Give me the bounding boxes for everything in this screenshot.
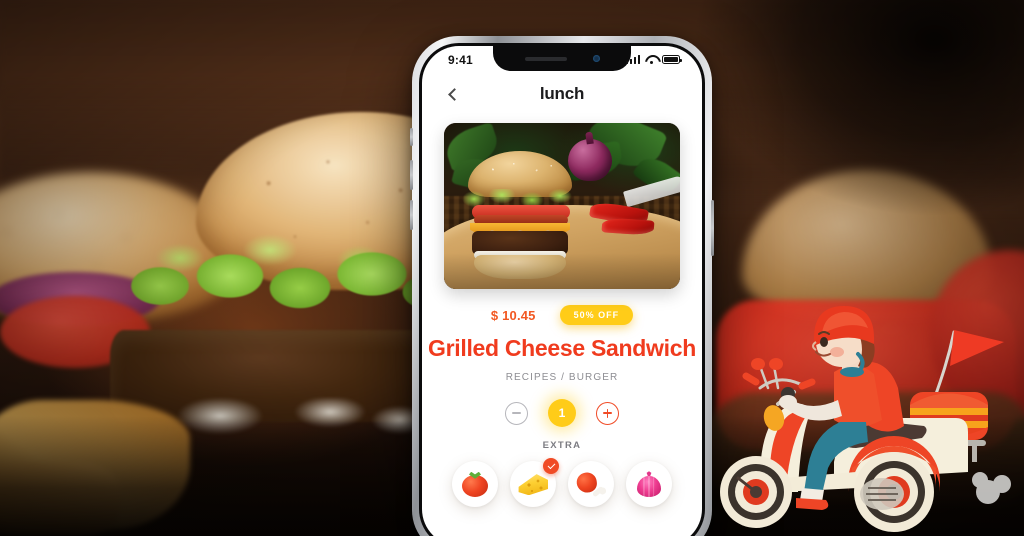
discount-badge: 50% OFF [559,305,634,325]
quantity-value: 1 [548,399,576,428]
product-category: RECIPES / BURGER [505,372,619,384]
minus-circle-icon[interactable] [505,401,528,425]
phone-bezel: 9:41 lunch $ 10.45 50% OFF Grilled Chees… [419,43,705,536]
power-button[interactable] [711,200,714,256]
extra-option-tomato[interactable] [452,461,498,508]
onion-icon [637,471,661,498]
wifi-icon [645,55,657,64]
extra-option-onion[interactable] [626,461,672,508]
battery-icon [662,55,682,64]
plus-circle-icon[interactable] [596,401,619,425]
price-row: $ 10.45 50% OFF [422,305,702,325]
chevron-left-icon [447,87,461,101]
extras-label: EXTRA [542,440,582,452]
status-bar-time: 9:41 [448,52,473,67]
hero-image-wrapper [422,117,702,289]
extras-list [422,458,702,508]
product-title: Grilled Cheese Sandwich [428,335,696,361]
back-button[interactable] [442,82,466,106]
status-bar-indicators [625,55,682,64]
tomato-icon [462,471,488,497]
delivery-scooter-illustration [716,296,1024,536]
volume-up-button[interactable] [410,160,413,190]
phone-mockup: 9:41 lunch $ 10.45 50% OFF Grilled Chees… [410,36,714,536]
status-bar: 9:41 [422,46,702,71]
cheese-icon [518,473,548,496]
check-circle-icon [543,458,559,475]
silent-switch[interactable] [410,128,413,146]
extra-option-cheese[interactable] [510,458,559,508]
hero-burger [462,151,578,279]
cellular-signal-icon [625,55,640,64]
nav-bar: lunch [422,71,702,117]
scene: 9:41 lunch $ 10.45 50% OFF Grilled Chees… [0,0,1024,536]
hero-red-onion [568,139,612,181]
quantity-stepper: 1 [422,399,702,428]
drumstick-icon [575,470,607,498]
phone-screen: 9:41 lunch $ 10.45 50% OFF Grilled Chees… [422,46,702,536]
product-image[interactable] [444,123,680,289]
volume-down-button[interactable] [410,200,413,230]
product-price: $ 10.45 [490,307,536,323]
extra-option-chicken[interactable] [568,461,614,508]
background-lettuce [120,252,450,338]
